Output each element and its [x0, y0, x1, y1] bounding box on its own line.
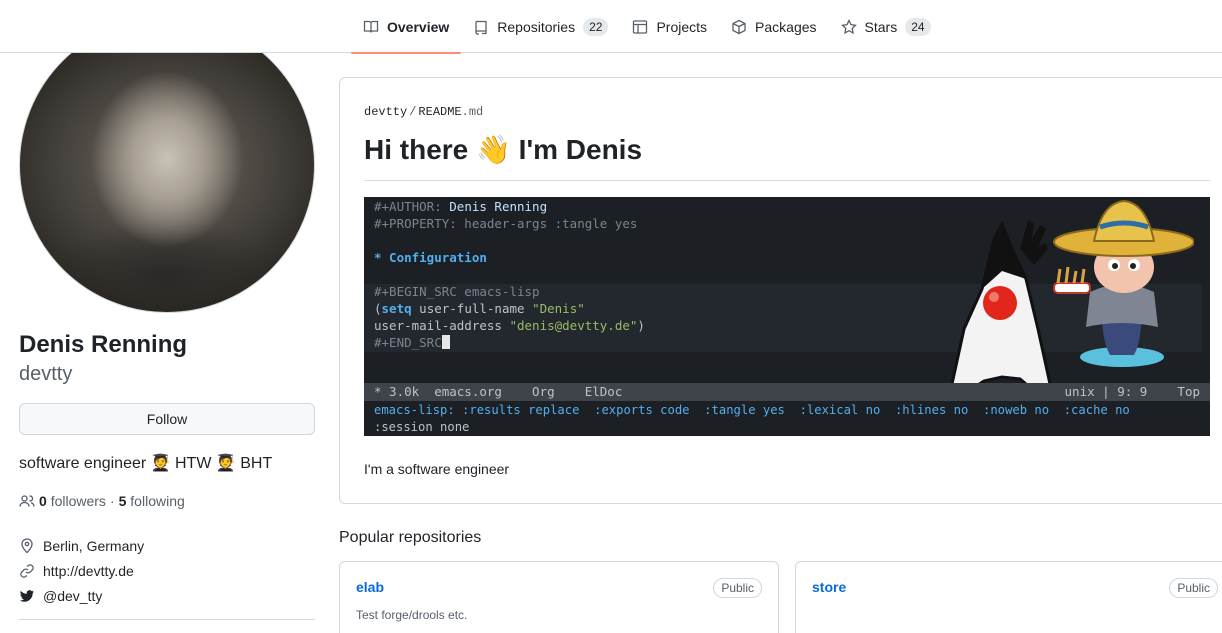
term-author-value: Denis Renning: [449, 199, 548, 214]
sidebar-divider: [19, 619, 315, 620]
profile-bio: software engineer 🧑‍🎓 HTW 🧑‍🎓 BHT: [19, 455, 273, 472]
readme-heading: Hi there 👋 I'm Denis: [364, 134, 643, 165]
octocat-sombrero-mascot: [1053, 199, 1194, 367]
tab-packages[interactable]: Packages: [719, 0, 828, 53]
twitter-link[interactable]: @dev_tty: [43, 588, 102, 604]
tab-stars[interactable]: Stars 24: [829, 0, 943, 53]
repo-visibility-badge: Public: [1169, 578, 1218, 598]
term-echo-line-1: emacs-lisp: :results replace :exports co…: [374, 403, 1130, 417]
term-end-src: #+END_SRC: [374, 335, 442, 350]
package-icon: [732, 19, 746, 34]
tab-stars-label: Stars: [864, 18, 898, 35]
term-paren-open: (: [374, 301, 382, 316]
tab-overview[interactable]: Overview: [351, 0, 462, 54]
readme-emacs-screenshot: #+AUTHOR: Denis Renning #+PROPERTY: head…: [364, 197, 1210, 436]
book-icon: [363, 20, 379, 33]
stars-count: 24: [905, 17, 931, 36]
following-count: 5: [118, 493, 127, 509]
tab-packages-label: Packages: [755, 18, 817, 35]
people-icon: [19, 495, 35, 507]
repo-name-link[interactable]: store: [812, 579, 846, 595]
term-str-name: "Denis": [532, 301, 585, 316]
following-link[interactable]: 5 following: [119, 493, 185, 509]
star-icon: [840, 18, 857, 34]
term-var-name: user-full-name: [411, 301, 533, 316]
avatar-image: [19, 53, 315, 313]
website-item: http://devtty.de: [19, 558, 144, 583]
repo-description: Test forge/drools etc.: [356, 608, 468, 622]
tab-projects[interactable]: Projects: [620, 0, 719, 53]
tab-overview-label: Overview: [387, 18, 450, 35]
term-str-mail: "denis@devtty.de": [509, 318, 638, 333]
repo-card: store Public: [795, 561, 1222, 633]
location-icon: [21, 537, 33, 553]
term-line-author: #+AUTHOR: Denis Renning: [374, 198, 547, 215]
repo-name-link[interactable]: elab: [356, 579, 384, 595]
readme-owner-link[interactable]: devtty: [364, 105, 407, 119]
readme-file-link[interactable]: README: [418, 105, 461, 119]
profile-login: devtty: [19, 363, 73, 385]
followers-count: 0: [39, 493, 47, 509]
term-line-property: #+PROPERTY: header-args :tangle yes: [374, 216, 638, 231]
avatar[interactable]: [19, 53, 315, 313]
twitter-item: @dev_tty: [19, 583, 144, 608]
popular-repos-title: Popular repositories: [339, 529, 482, 546]
modeline-right: unix | 9: 9 Top: [1064, 384, 1200, 399]
stats-separator: ·: [109, 493, 115, 509]
term-setq: setq: [381, 301, 412, 316]
follow-stats: 0 followers · 5 following: [19, 493, 185, 509]
profile-nav: Overview Repositories 22 Projects Packag…: [0, 0, 1222, 54]
profile-tabs: Overview Repositories 22 Projects Packag…: [351, 0, 943, 54]
readme-file-ext: .md: [461, 105, 484, 119]
term-var-mail: user-mail-address: [374, 318, 510, 333]
term-line-end-src: #+END_SRC: [374, 334, 450, 351]
readme-divider: [364, 180, 1210, 181]
following-label: following: [130, 493, 185, 509]
modeline-left: * 3.0k emacs.org Org ElDoc: [374, 384, 623, 399]
term-echo-line-2: :session none: [374, 420, 470, 434]
repo-visibility-badge: Public: [713, 578, 762, 598]
profile-details: Berlin, Germany http://devtty.de @dev_tt…: [19, 533, 144, 608]
link-icon: [20, 563, 34, 578]
profile-name: Denis Renning: [19, 331, 188, 358]
follow-button[interactable]: Follow: [19, 403, 315, 435]
tab-repositories-label: Repositories: [497, 18, 576, 35]
table-icon: [633, 19, 648, 34]
term-line-heading: * Configuration: [374, 250, 487, 265]
followers-label: followers: [50, 493, 106, 509]
profile-readme: devtty / README.md Hi there 👋 I'm Denis #+…: [339, 77, 1222, 504]
tab-repositories[interactable]: Repositories 22: [461, 0, 620, 53]
emacs-modeline: * 3.0k emacs.org Org ElDoc unix | 9: 9 T…: [364, 383, 1210, 401]
term-line-setq: (setq user-full-name "Denis": [374, 300, 585, 317]
term-author-key: #+AUTHOR:: [374, 199, 450, 214]
twitter-icon: [19, 589, 34, 602]
tab-projects-label: Projects: [656, 18, 708, 35]
term-line-begin-src: #+BEGIN_SRC emacs-lisp: [374, 284, 540, 299]
repo-card: elab Public Test forge/drools etc.: [339, 561, 779, 633]
readme-paragraph: I'm a software engineer: [364, 461, 510, 477]
location-item: Berlin, Germany: [19, 533, 144, 558]
repo-icon: [475, 20, 487, 35]
followers-link[interactable]: 0 followers: [39, 493, 106, 509]
path-separator: /: [409, 105, 417, 119]
term-paren-close: ): [637, 318, 645, 333]
term-cursor: [441, 335, 450, 349]
location-text: Berlin, Germany: [43, 537, 145, 554]
website-link[interactable]: http://devtty.de: [43, 563, 134, 579]
repositories-count: 22: [583, 17, 609, 36]
term-line-mail: user-mail-address "denis@devtty.de"): [374, 317, 645, 334]
readme-path: devtty / README.md: [364, 105, 483, 119]
